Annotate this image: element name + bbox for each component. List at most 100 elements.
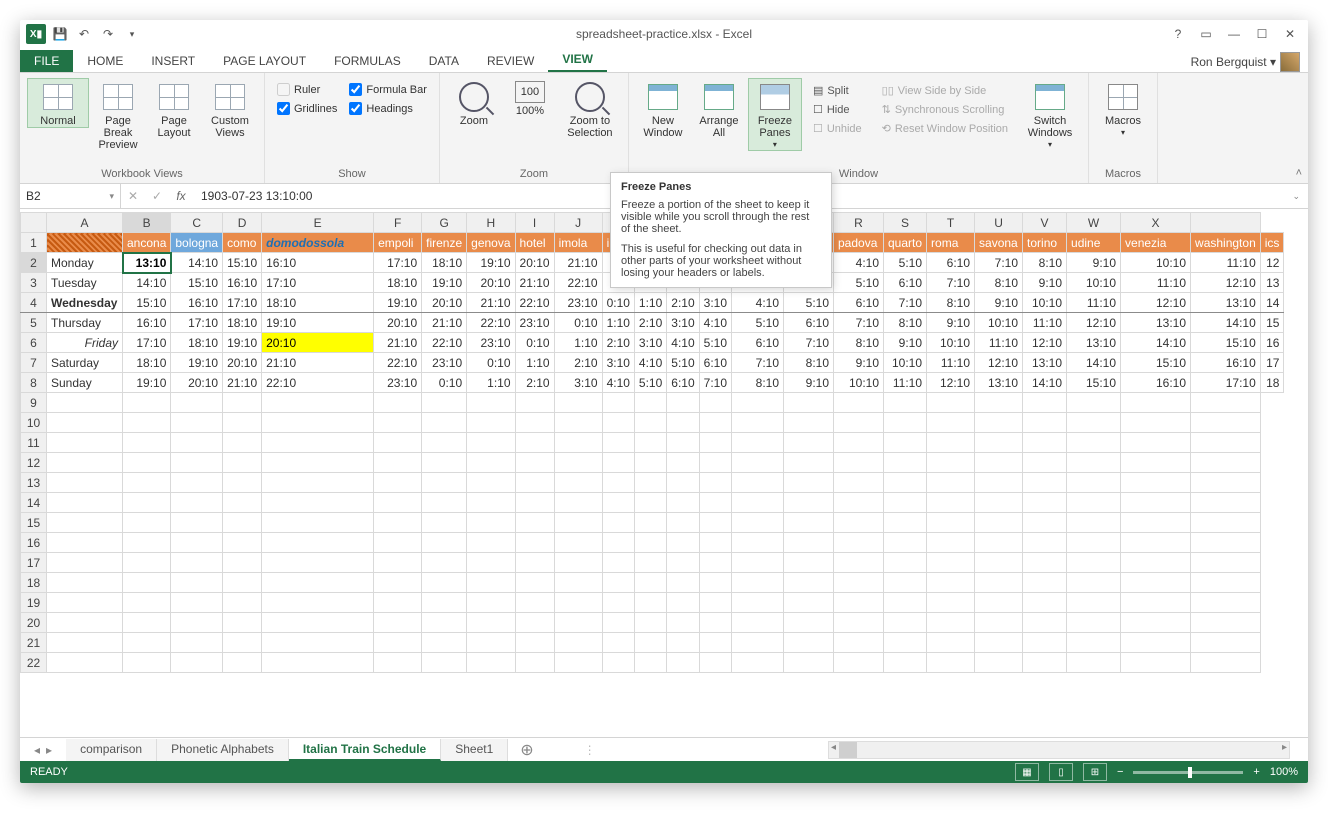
row-header[interactable]: 10 bbox=[21, 413, 47, 433]
cell[interactable] bbox=[262, 573, 374, 593]
cell[interactable] bbox=[1067, 553, 1121, 573]
cell[interactable] bbox=[467, 593, 515, 613]
cell[interactable] bbox=[515, 633, 554, 653]
cell[interactable] bbox=[884, 533, 927, 553]
cell[interactable] bbox=[1067, 593, 1121, 613]
column-header[interactable]: H bbox=[467, 213, 515, 233]
cell[interactable] bbox=[1023, 493, 1067, 513]
ribbon-tab-insert[interactable]: INSERT bbox=[137, 50, 209, 72]
ribbon-options-icon[interactable]: ▭ bbox=[1196, 24, 1216, 44]
cell[interactable]: 6:10 bbox=[784, 313, 834, 333]
column-header[interactable]: J bbox=[554, 213, 602, 233]
cell[interactable] bbox=[634, 393, 666, 413]
cell[interactable] bbox=[554, 413, 602, 433]
cell[interactable]: 17:10 bbox=[374, 253, 422, 273]
cell[interactable]: 20:10 bbox=[467, 273, 515, 293]
cell[interactable] bbox=[422, 433, 467, 453]
cell[interactable] bbox=[554, 393, 602, 413]
cell[interactable]: 10:10 bbox=[975, 313, 1023, 333]
cell[interactable] bbox=[667, 593, 699, 613]
cell[interactable] bbox=[784, 533, 834, 553]
cell[interactable] bbox=[834, 493, 884, 513]
row-header[interactable]: 18 bbox=[21, 573, 47, 593]
cell[interactable] bbox=[171, 613, 223, 633]
cell[interactable] bbox=[1121, 393, 1191, 413]
cell[interactable] bbox=[1023, 393, 1067, 413]
cell[interactable]: 4:10 bbox=[732, 293, 784, 313]
cell[interactable]: 16:10 bbox=[223, 273, 262, 293]
cell[interactable] bbox=[975, 473, 1023, 493]
cell[interactable] bbox=[1067, 413, 1121, 433]
cell[interactable] bbox=[884, 413, 927, 433]
cell[interactable]: 20:10 bbox=[171, 373, 223, 393]
cell[interactable]: 12:10 bbox=[927, 373, 975, 393]
cell[interactable] bbox=[422, 513, 467, 533]
cell[interactable]: 15 bbox=[1260, 313, 1284, 333]
cell[interactable] bbox=[834, 513, 884, 533]
cell[interactable] bbox=[1121, 513, 1191, 533]
cell[interactable] bbox=[732, 413, 784, 433]
cell[interactable]: 12:10 bbox=[1121, 293, 1191, 313]
cell[interactable]: 20:10 bbox=[422, 293, 467, 313]
cell[interactable]: 5:10 bbox=[634, 373, 666, 393]
cell[interactable] bbox=[171, 593, 223, 613]
cell[interactable] bbox=[1067, 493, 1121, 513]
cell[interactable]: 18:10 bbox=[422, 253, 467, 273]
cell[interactable] bbox=[374, 533, 422, 553]
cell[interactable] bbox=[515, 473, 554, 493]
cell[interactable]: 23:10 bbox=[515, 313, 554, 333]
cell[interactable]: 18 bbox=[1260, 373, 1284, 393]
cell[interactable]: 10:10 bbox=[927, 333, 975, 353]
cell[interactable]: 7:10 bbox=[699, 373, 731, 393]
cell[interactable] bbox=[927, 553, 975, 573]
cell[interactable] bbox=[1191, 533, 1261, 553]
cell[interactable]: 4:10 bbox=[602, 373, 634, 393]
cell[interactable] bbox=[699, 493, 731, 513]
row-header[interactable]: 3 bbox=[21, 273, 47, 293]
cell[interactable] bbox=[123, 533, 171, 553]
normal-view-button[interactable]: Normal bbox=[27, 78, 89, 128]
cell[interactable]: Saturday bbox=[47, 353, 123, 373]
cell[interactable] bbox=[1191, 473, 1261, 493]
cell[interactable]: torino bbox=[1023, 233, 1067, 253]
cell[interactable]: 10:10 bbox=[1067, 273, 1121, 293]
ribbon-tab-data[interactable]: DATA bbox=[415, 50, 473, 72]
cell[interactable] bbox=[123, 653, 171, 673]
cell[interactable] bbox=[554, 493, 602, 513]
cell[interactable]: 9:10 bbox=[975, 293, 1023, 313]
cell[interactable] bbox=[515, 393, 554, 413]
cell[interactable]: Monday bbox=[47, 253, 123, 273]
cell[interactable] bbox=[554, 593, 602, 613]
macros-button[interactable]: Macros▾ bbox=[1097, 79, 1149, 138]
column-header[interactable]: R bbox=[834, 213, 884, 233]
cell[interactable] bbox=[1121, 613, 1191, 633]
row-header[interactable]: 20 bbox=[21, 613, 47, 633]
cell[interactable]: 12:10 bbox=[975, 353, 1023, 373]
cell[interactable]: 9:10 bbox=[1023, 273, 1067, 293]
cell[interactable] bbox=[975, 493, 1023, 513]
cell[interactable] bbox=[47, 513, 123, 533]
cell[interactable] bbox=[1121, 553, 1191, 573]
cell[interactable] bbox=[732, 393, 784, 413]
cell[interactable]: 19:10 bbox=[171, 353, 223, 373]
cell[interactable] bbox=[223, 593, 262, 613]
cell[interactable] bbox=[123, 573, 171, 593]
cell[interactable] bbox=[1023, 473, 1067, 493]
cell[interactable]: 13:10 bbox=[123, 253, 171, 273]
cell[interactable] bbox=[732, 433, 784, 453]
cell[interactable]: Tuesday bbox=[47, 273, 123, 293]
cell[interactable] bbox=[467, 613, 515, 633]
cell[interactable]: 0:10 bbox=[467, 353, 515, 373]
formula-bar-checkbox[interactable]: Formula Bar bbox=[349, 83, 427, 96]
cell[interactable] bbox=[47, 633, 123, 653]
cell[interactable]: Friday bbox=[47, 333, 123, 353]
cell[interactable] bbox=[422, 453, 467, 473]
cell[interactable]: 15:10 bbox=[171, 273, 223, 293]
cell[interactable] bbox=[784, 493, 834, 513]
cell[interactable] bbox=[884, 473, 927, 493]
cell[interactable] bbox=[223, 533, 262, 553]
column-header[interactable]: I bbox=[515, 213, 554, 233]
cell[interactable] bbox=[223, 413, 262, 433]
cell[interactable] bbox=[515, 593, 554, 613]
cell[interactable] bbox=[515, 453, 554, 473]
